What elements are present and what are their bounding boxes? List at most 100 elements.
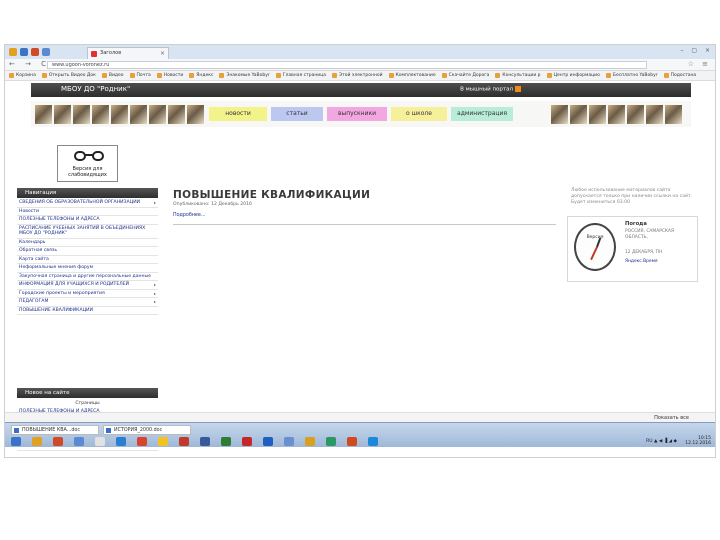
app-icon[interactable] [31,48,39,56]
bookmark-icon [275,73,281,78]
favicon-icon [91,51,97,57]
banner-photo [570,105,587,124]
menu-item[interactable]: выпускники [327,107,387,121]
bookmark-item[interactable]: Комплектование [388,71,436,80]
bookmark-item[interactable]: Этой электронной [332,71,383,80]
taskbar-app-icon[interactable] [284,437,294,446]
bookmark-item[interactable]: Открыть Видео Док [41,71,96,80]
bookmark-item[interactable]: Почта [129,71,151,80]
taskbar-app-icon[interactable] [305,437,315,446]
weather-link[interactable]: Яндекс.Время [625,259,658,264]
close-tab-icon[interactable]: × [160,48,165,59]
url-input[interactable]: www.ugoon-voronez.ru [47,61,647,69]
taskbar-app-icon[interactable] [179,437,189,446]
bookmark-item[interactable]: Консультации р [495,71,541,80]
show-all-link[interactable]: Показать все [654,415,689,421]
app-icon[interactable] [42,48,50,56]
taskbar-app-icon[interactable] [263,437,273,446]
glasses-icon [74,149,104,163]
bookmark-label: Яндекс [196,72,214,78]
taskbar-app-icon[interactable] [53,437,63,446]
banner-menu: новости статьи выпускники о школе администра… [31,101,691,127]
window-controls[interactable]: – ▢ × [680,47,713,54]
taskbar-app-icon[interactable] [95,437,105,446]
banner-photo [73,105,90,124]
taskbar-app-icon[interactable] [137,437,147,446]
sidebar-item[interactable]: ПЕДАГОГАМ ▸ [17,298,158,307]
menu-item[interactable]: администрация [451,107,513,121]
taskbar-app-icon[interactable] [326,437,336,446]
bookmark-icon [156,73,162,78]
read-more-link[interactable]: Подробнее... [173,213,205,218]
site-header: МБОУ ДО "Родник" В мышный портал [31,83,691,97]
bookmark-item[interactable]: Корзина [9,71,36,80]
clock-tray[interactable]: 10:15 12.12.2016 [685,436,711,446]
address-bar-row: ← → C ⌂ www.ugoon-voronez.ru ☆ ≡ [5,59,715,71]
bookmark-label: Почта [136,72,151,78]
sidebar-item[interactable]: Карта сайта [17,256,158,264]
bookmark-icon [605,73,611,78]
bookmark-label: Центр информацио [553,72,600,78]
bookmark-icon [189,73,195,78]
submenu-arrow-icon: ▸ [153,299,156,304]
download-item[interactable]: ИСТОРИЯ_2000.doc [103,425,191,435]
sidebar-item[interactable]: Городские проекты и мероприятия ▸ [17,290,158,298]
menu-item[interactable]: о школе [391,107,447,121]
sidebar-item[interactable]: Обратная связь [17,247,158,256]
taskbar-app-icon[interactable] [11,437,21,446]
menu-item[interactable]: новости [209,107,267,121]
sidebar-item[interactable]: РАСПИСАНИЕ УЧЕБНЫХ ЗАНЯТИЙ В ОБЪЕДИНЕНИЯ… [17,225,158,239]
taskbar-app-icon[interactable] [200,437,210,446]
download-item[interactable]: ПОВЫШЕНИЕ КВА...doc [11,425,99,435]
download-bar: Показать все [5,412,715,422]
taskbar-app-icon[interactable] [32,437,42,446]
sidebar-item-label: РАСПИСАНИЕ УЧЕБНЫХ ЗАНЯТИЙ В ОБЪЕДИНЕНИЯ… [19,225,146,237]
sidebar-item[interactable]: Неформальные мнения форум [17,264,158,273]
site-title[interactable]: МБОУ ДО "Родник" [61,85,130,93]
taskbar-app-icon[interactable] [221,437,231,446]
taskbar-app-icon[interactable] [368,437,378,446]
bookmark-label: Этой электронной [339,72,383,78]
bookmark-icon [332,73,338,78]
taskbar-app-icon[interactable] [116,437,126,446]
rss-icon [515,86,521,92]
taskbar-app-icon[interactable] [347,437,357,446]
bookmark-item[interactable]: Центр информацио [546,71,600,80]
tray-icons[interactable]: RU ▲ ◀ ▐ ◢ ◆ [646,439,677,444]
sidebar-item[interactable]: Календарь [17,239,158,247]
sidebar-item[interactable]: ИНФОРМАЦИЯ ДЛЯ УЧАЩИХСЯ И РОДИТЕЛЕЙ ▸ [17,281,158,290]
sidebar-item-label: Календарь [19,239,46,245]
sidebar-item-label: СВЕДЕНИЯ ОБ ОБРАЗОВАТЕЛЬНОЙ ОРГАНИЗАЦИИ [19,200,141,205]
portal-link[interactable]: В мышный портал [460,86,521,93]
sidebar-item[interactable]: СВЕДЕНИЯ ОБ ОБРАЗОВАТЕЛЬНОЙ ОРГАНИЗАЦИИ ▸ [17,199,158,208]
bookmark-item[interactable]: Бесплатно YaBobyr [605,71,658,80]
sidebar-item[interactable]: ПОЛЕЗНЫЕ ТЕЛЕФОНЫ И АДРЕСА [17,216,158,225]
taskbar: ПОВЫШЕНИЕ КВА...doc ИСТОРИЯ_2000.doc RU … [5,422,715,447]
taskbar-app-icon[interactable] [74,437,84,446]
bookmark-item[interactable]: Яндекс [189,71,213,80]
bookmark-item[interactable]: Главная страница [275,71,326,80]
app-icon[interactable] [9,48,17,56]
star-icon[interactable]: ☆ ≡ [688,60,711,68]
vision-impaired-button[interactable]: Версия для слабовидящих [57,145,118,182]
sidebar-item[interactable]: Закупочная страница и другие персональны… [17,273,158,281]
bookmark-item[interactable]: Скачайте Дорога [441,71,489,80]
bookmark-item[interactable]: Видео [101,71,124,80]
bookmark-item[interactable]: Знакомые YaBobyr [219,71,270,80]
app-icon[interactable] [20,48,28,56]
sidebar-item[interactable]: ПОВЫШЕНИЕ КВАЛИФИКАЦИИ [17,307,158,315]
menu-item[interactable]: статьи [271,107,323,121]
sidebar-item[interactable]: Новости [17,208,158,216]
taskbar-app-icon[interactable] [242,437,252,446]
banner-photo [665,105,682,124]
bookmark-icon [546,73,552,78]
sidebar-item-label: ПОЛЕЗНЫЕ ТЕЛЕФОНЫ И АДРЕСА [19,217,100,222]
bookmark-item[interactable]: Подостана [663,71,696,80]
bookmark-item[interactable]: Новости [156,71,183,80]
banner-photo [551,105,568,124]
browser-tab[interactable]: Заголов × [87,47,169,59]
taskbar-app-icon[interactable] [158,437,168,446]
bookmark-icon [441,73,447,78]
sidebar-item-label: Неформальные мнения форум [19,265,94,270]
sidebar-item-label: Карта сайта [19,256,49,262]
